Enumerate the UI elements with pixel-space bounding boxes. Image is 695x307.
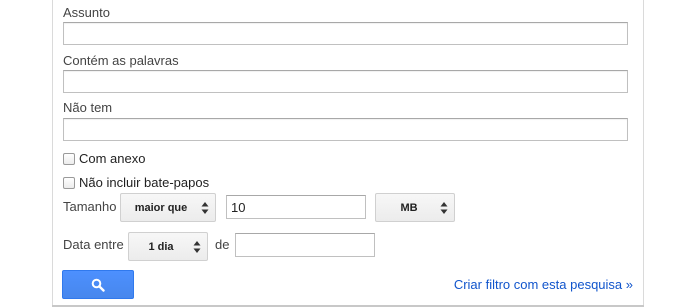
select-arrows-icon [201,202,209,214]
panel-left-border [52,0,53,307]
subject-input[interactable] [63,22,628,45]
has-attachment-label: Com anexo [79,151,146,166]
size-label: Tamanho [63,199,117,214]
panel-right-border [643,0,644,307]
date-range-value: 1 dia [148,240,174,253]
create-filter-link[interactable]: Criar filtro com esta pesquisa » [454,277,633,293]
search-options-panel: Assunto Contém as palavras Não tem Com a… [0,0,695,307]
has-words-input[interactable] [63,70,628,93]
size-unit-value: MB [400,201,418,214]
subject-label: Assunto [63,5,110,20]
doesnt-have-input[interactable] [63,118,628,141]
exclude-chats-label: Não incluir bate-papos [79,175,210,190]
size-value-input[interactable] [226,195,366,219]
exclude-chats-row[interactable]: Não incluir bate-papos [63,175,209,190]
size-operator-value: maior que [134,201,188,214]
has-words-label: Contém as palavras [63,53,179,68]
size-unit-select[interactable]: MB [375,193,455,222]
exclude-chats-checkbox[interactable] [63,176,75,189]
search-button[interactable] [62,270,134,299]
doesnt-have-label: Não tem [63,100,113,115]
date-range-select[interactable]: 1 dia [128,232,208,261]
has-attachment-row[interactable]: Com anexo [63,151,145,166]
has-attachment-checkbox[interactable] [63,152,75,165]
search-icon [91,278,105,292]
date-of-label: de [215,237,230,252]
size-operator-select[interactable]: maior que [120,193,216,222]
select-arrows-icon [193,241,201,253]
date-within-label: Data entre [63,237,124,252]
select-arrows-icon [440,202,448,214]
date-input[interactable] [235,233,375,257]
